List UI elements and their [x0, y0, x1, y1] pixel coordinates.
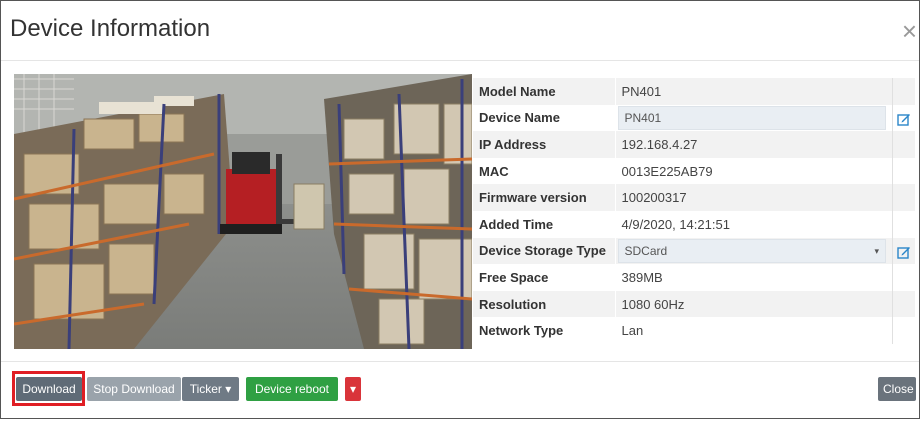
table-row: Added Time 4/9/2020, 14:21:51	[473, 210, 915, 238]
row-key: Firmware version	[473, 184, 615, 211]
caret-down-icon: ▾	[225, 382, 232, 396]
row-action-cell	[892, 184, 915, 211]
row-value: 100200317	[614, 184, 893, 211]
storage-type-value: SDCard	[624, 243, 668, 258]
row-value: 4/9/2020, 14:21:51	[614, 210, 893, 238]
storage-type-cell: SDCard ▾	[614, 237, 893, 265]
device-name-cell: PN401	[614, 104, 893, 132]
download-button[interactable]: Download	[16, 377, 82, 401]
table-row: IP Address 192.168.4.27	[473, 131, 915, 158]
table-row: Device Name PN401	[473, 104, 915, 132]
table-row: Free Space 389MB	[473, 264, 915, 291]
row-value: 0013E225AB79	[614, 157, 893, 185]
warehouse-image	[14, 74, 472, 349]
row-action-cell	[892, 290, 915, 318]
row-key: Free Space	[473, 264, 615, 291]
row-action-cell	[892, 210, 915, 238]
row-key: Added Time	[473, 210, 615, 238]
table-row: Device Storage Type SDCard ▾	[473, 237, 915, 265]
row-action-cell	[892, 157, 915, 185]
edit-icon[interactable]	[897, 245, 911, 259]
row-action-cell	[892, 104, 915, 132]
row-value: 389MB	[614, 264, 893, 291]
table-row: Resolution 1080 60Hz	[473, 290, 915, 318]
table-row: Network Type Lan	[473, 317, 915, 344]
more-actions-button[interactable]: ▾	[345, 377, 361, 401]
device-reboot-button[interactable]: Device reboot	[246, 377, 338, 401]
row-key: Resolution	[473, 290, 615, 318]
row-action-cell	[892, 78, 915, 105]
row-value: PN401	[614, 78, 893, 105]
caret-down-icon: ▾	[349, 382, 357, 396]
edit-icon[interactable]	[897, 112, 911, 126]
row-key: Device Name	[473, 104, 615, 132]
row-key: Model Name	[473, 78, 615, 105]
row-key: MAC	[473, 157, 615, 185]
row-value: 192.168.4.27	[614, 131, 893, 158]
device-info-table: Model Name PN401 Device Name PN401 IP Ad…	[473, 78, 915, 344]
row-action-cell	[892, 131, 915, 158]
table-row: Firmware version 100200317	[473, 184, 915, 211]
ticker-label: Ticker	[189, 382, 222, 396]
row-action-cell	[892, 317, 915, 344]
row-action-cell	[892, 237, 915, 265]
dialog-title: Device Information	[10, 15, 211, 42]
close-icon[interactable]: ×	[902, 18, 917, 44]
row-key: Device Storage Type	[473, 237, 615, 265]
device-name-value: PN401	[624, 110, 662, 125]
close-button[interactable]: Close	[878, 377, 916, 401]
device-name-field[interactable]: PN401	[617, 105, 886, 130]
footer-divider	[1, 361, 919, 362]
stop-download-button[interactable]: Stop Download	[87, 377, 181, 401]
row-key: Network Type	[473, 317, 615, 344]
caret-down-icon: ▾	[874, 245, 879, 256]
camera-snapshot	[14, 74, 472, 349]
row-action-cell	[892, 264, 915, 291]
ticker-dropdown-button[interactable]: Ticker ▾	[182, 377, 239, 401]
row-value: Lan	[614, 317, 893, 344]
device-information-dialog: Device Information × Model Name PN401 De…	[0, 0, 920, 419]
row-value: 1080 60Hz	[614, 290, 893, 318]
row-key: IP Address	[473, 131, 615, 158]
table-row: MAC 0013E225AB79	[473, 157, 915, 185]
storage-type-select[interactable]: SDCard ▾	[617, 238, 886, 263]
dialog-header: Device Information ×	[1, 1, 919, 61]
table-row: Model Name PN401	[473, 78, 915, 105]
